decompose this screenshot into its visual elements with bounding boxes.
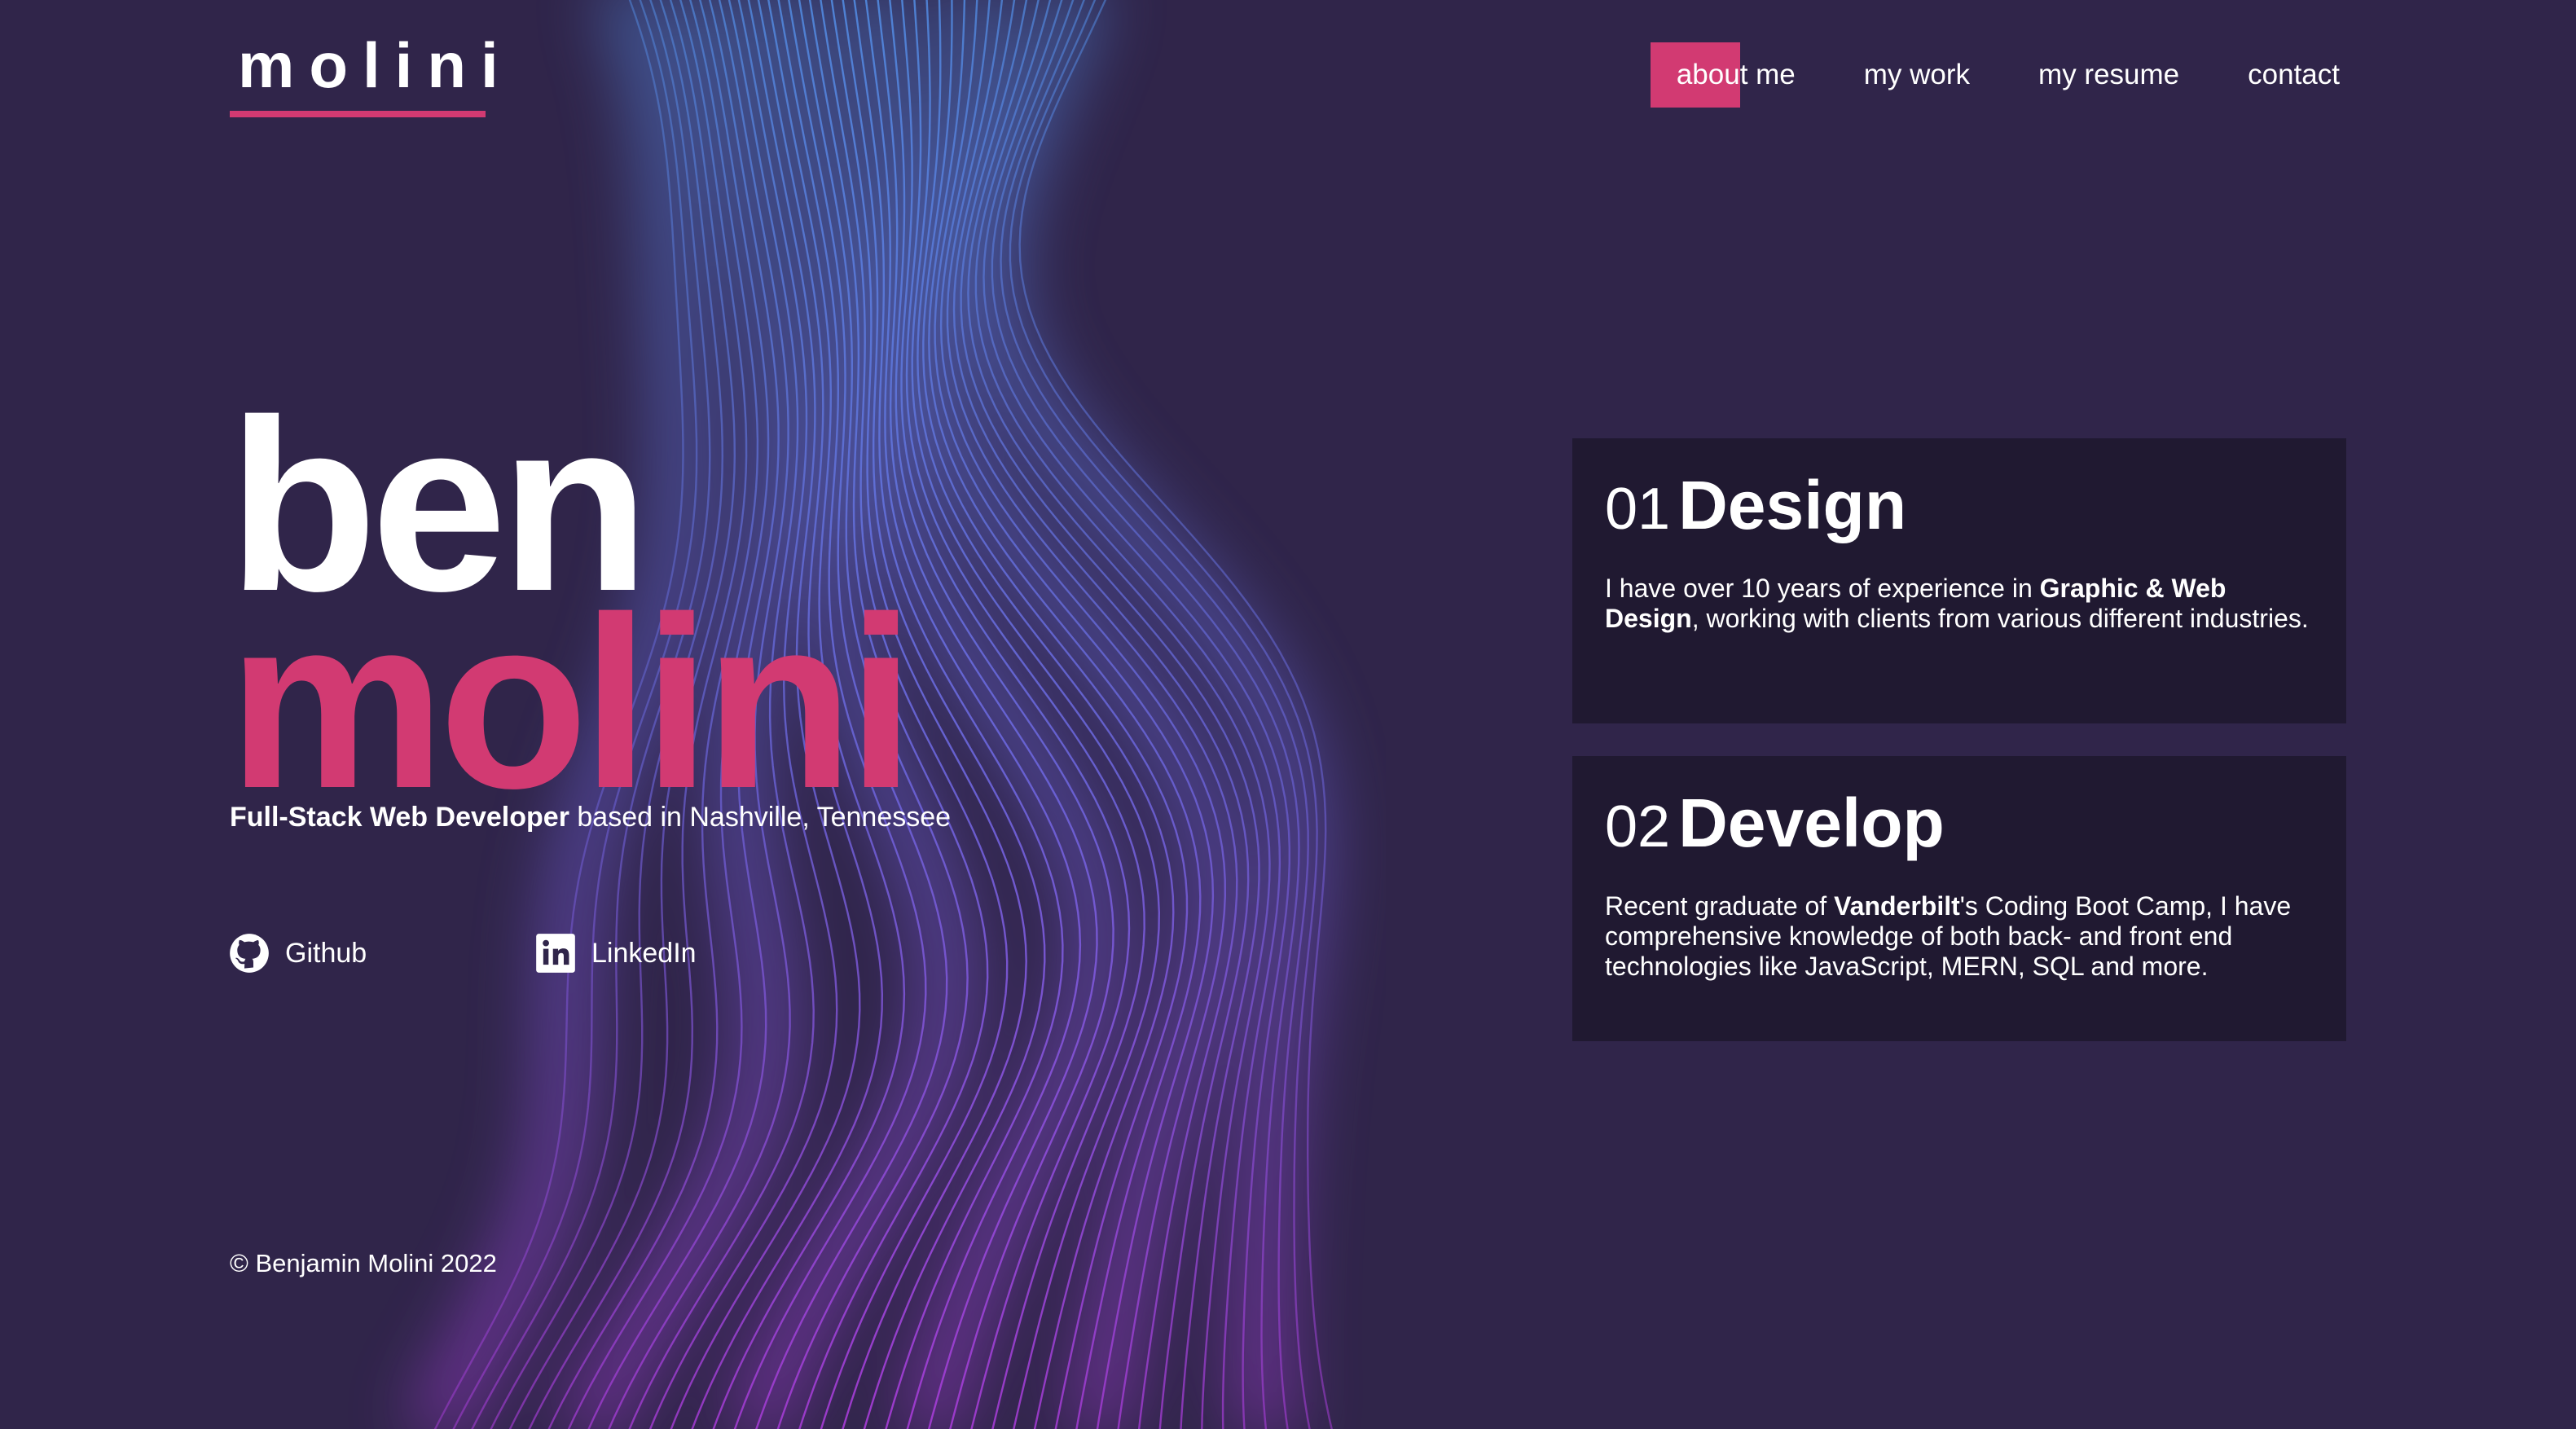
hero-last-name: molini <box>228 565 915 839</box>
wave-line <box>960 0 1260 1429</box>
nav-my-resume[interactable]: my resume <box>2038 42 2179 108</box>
github-link[interactable]: Github <box>228 929 367 978</box>
wave-line <box>952 0 1250 1429</box>
wave-line <box>877 0 1098 1429</box>
wave-line <box>1000 0 1309 1429</box>
copyright: © Benjamin Molini 2022 <box>230 1249 497 1277</box>
linkedin-link[interactable]: LinkedIn <box>534 929 697 978</box>
develop-card: 02 Develop Recent graduate of Vanderbilt'… <box>1572 756 2346 1041</box>
nav-contact-label: contact <box>2248 59 2340 90</box>
develop-text-part-1: Recent graduate of <box>1605 891 1835 921</box>
logo[interactable]: molini <box>230 26 499 121</box>
wave-line <box>946 0 1238 1429</box>
design-card-number: 01 <box>1605 477 1671 542</box>
develop-text-bold: Vanderbilt <box>1834 891 1960 921</box>
wave-glow-band <box>906 0 1242 1429</box>
design-text-part-1: I have over 10 years of experience in <box>1605 574 2040 603</box>
wave-line <box>939 0 1227 1429</box>
develop-card-text: Recent graduate of Vanderbilt's Coding B… <box>1605 891 2314 982</box>
nav-about-me[interactable]: about me <box>1650 42 1796 108</box>
wave-line <box>982 0 1290 1429</box>
nav-my-resume-label: my resume <box>2038 59 2180 90</box>
tagline-location: based in Nashville, Tennessee <box>569 802 952 833</box>
nav-my-work-label: my work <box>1863 59 1971 90</box>
nav-my-work[interactable]: my work <box>1864 42 1970 108</box>
design-card-heading: Design <box>1678 467 1907 543</box>
wave-line <box>917 0 1175 1429</box>
design-text-part-2: , working with clients from various diff… <box>1691 604 2309 633</box>
tagline-role: Full-Stack Web Developer <box>230 802 569 833</box>
design-card-text: I have over 10 years of experience in Gr… <box>1605 574 2314 634</box>
nav-contact[interactable]: contact <box>2248 42 2340 108</box>
develop-card-number: 02 <box>1605 794 1671 860</box>
develop-card-heading: Develop <box>1678 785 1945 861</box>
develop-card-title: 02 Develop <box>1605 789 1945 857</box>
linkedin-icon <box>536 934 575 973</box>
wave-line <box>1018 0 1333 1429</box>
github-label: Github <box>285 937 367 969</box>
wave-glow-band <box>849 0 1126 1429</box>
logo-text: molini <box>238 29 513 101</box>
wave-glow-band <box>963 0 1328 1429</box>
design-card: 01 Design I have over 10 years of experie… <box>1572 438 2346 723</box>
wave-line <box>928 0 1202 1429</box>
linkedin-label: LinkedIn <box>591 937 697 969</box>
wave-line <box>900 0 1131 1429</box>
main-nav: about me my work my resume contact <box>1650 42 2340 108</box>
wave-line <box>911 0 1161 1429</box>
tagline: Full-Stack Web Developer based in Nashvi… <box>230 802 951 833</box>
nav-about-me-label: about me <box>1676 59 1796 90</box>
wave-line <box>967 0 1271 1429</box>
wave-line <box>1009 0 1318 1429</box>
wave-line <box>991 0 1300 1429</box>
wave-line <box>934 0 1215 1429</box>
wave-line <box>922 0 1189 1429</box>
wave-line <box>974 0 1281 1429</box>
wave-line <box>889 0 1114 1429</box>
design-card-title: 01 Design <box>1605 471 1906 539</box>
github-icon <box>230 934 269 973</box>
wave-line <box>905 0 1145 1429</box>
logo-underline <box>230 111 486 117</box>
